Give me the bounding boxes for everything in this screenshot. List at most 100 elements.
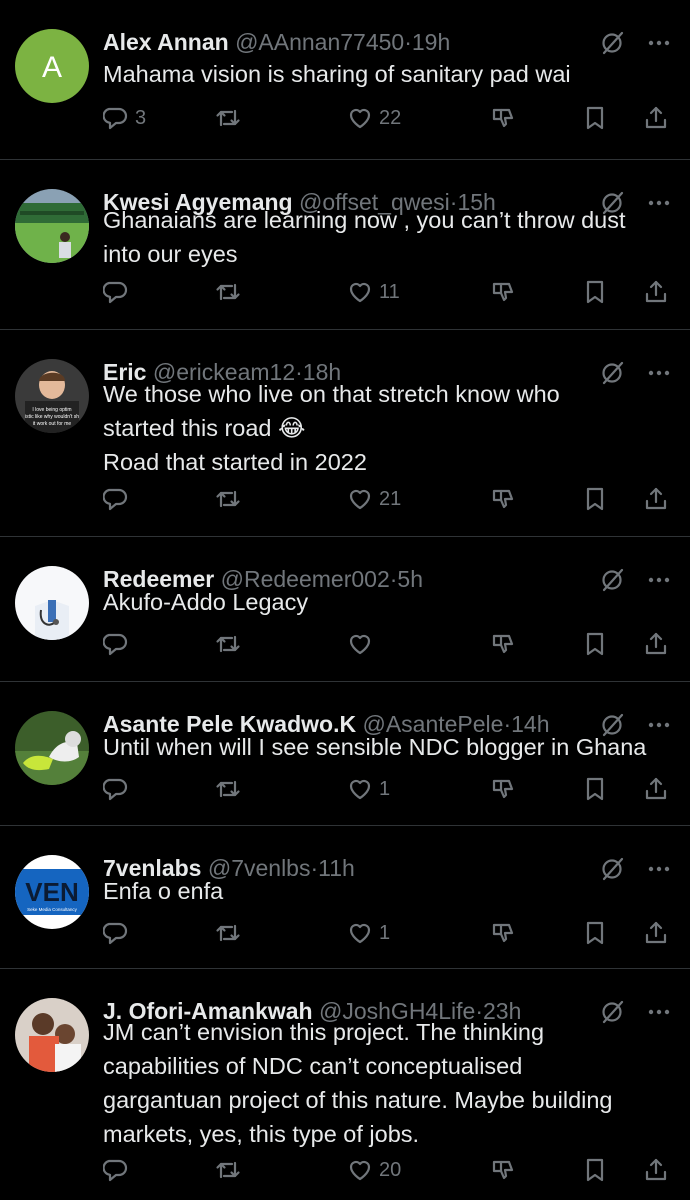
- tweet[interactable]: Kwesi Agyemang @offset_qwesi·15h Ghanaia…: [0, 160, 690, 330]
- repost-button[interactable]: [215, 1155, 247, 1185]
- heart-icon: [349, 108, 371, 129]
- downvote-button[interactable]: [490, 918, 516, 948]
- heart-icon: [349, 1160, 371, 1181]
- repost-icon: [216, 780, 240, 798]
- like-count: 11: [379, 280, 400, 303]
- downvote-button[interactable]: [490, 484, 516, 514]
- downvote-icon: [492, 282, 514, 302]
- avatar[interactable]: A: [15, 29, 89, 103]
- share-icon: [645, 921, 667, 944]
- share-icon: [645, 487, 667, 510]
- like-count: 1: [379, 777, 391, 800]
- share-button[interactable]: [643, 277, 669, 307]
- timestamp[interactable]: 19h: [412, 29, 450, 55]
- bookmark-icon: [586, 921, 604, 945]
- repost-button[interactable]: [215, 629, 247, 659]
- share-button[interactable]: [643, 774, 669, 804]
- avatar[interactable]: I love being optim istic like why wouldn'…: [15, 359, 89, 433]
- like-button[interactable]: 1: [347, 774, 390, 804]
- tweet[interactable]: A Alex Annan @AAnnan77450·19h Mahama vis…: [0, 0, 690, 160]
- bookmark-icon: [586, 777, 604, 801]
- tweet[interactable]: VEN Seke Media Consultancy 7venlabs @7ven…: [0, 826, 690, 969]
- share-button[interactable]: [643, 1155, 669, 1185]
- bookmark-button[interactable]: [582, 774, 608, 804]
- heart-icon: [349, 489, 371, 510]
- tweet-text: Ghanaians are learning now , you can’t t…: [103, 207, 626, 267]
- share-button[interactable]: [643, 484, 669, 514]
- bookmark-icon: [586, 280, 604, 304]
- repost-button[interactable]: [215, 774, 247, 804]
- reply-button[interactable]: [103, 629, 135, 659]
- downvote-button[interactable]: [490, 103, 516, 133]
- repost-button[interactable]: [215, 103, 247, 133]
- avatar-letter: A: [42, 51, 62, 84]
- share-button[interactable]: [643, 918, 669, 948]
- bookmark-button[interactable]: [582, 103, 608, 133]
- like-button[interactable]: 1: [347, 918, 390, 948]
- bookmark-button[interactable]: [582, 918, 608, 948]
- reply-button[interactable]: [103, 484, 135, 514]
- reply-button[interactable]: 3: [103, 103, 146, 133]
- repost-button[interactable]: [215, 484, 247, 514]
- avatar[interactable]: VEN Seke Media Consultancy: [15, 855, 89, 929]
- display-name[interactable]: Alex Annan: [103, 29, 229, 55]
- action-bar: 1: [103, 774, 676, 804]
- tweet[interactable]: Redeemer @Redeemer002·5h Akufo-Addo Lega…: [0, 537, 690, 682]
- reply-icon: [103, 778, 128, 801]
- like-button[interactable]: 20: [347, 1155, 401, 1185]
- downvote-button[interactable]: [490, 277, 516, 307]
- tweet[interactable]: J. Ofori-Amankwah @JoshGH4Life·23h JM ca…: [0, 969, 690, 1200]
- like-count: 1: [379, 921, 391, 944]
- action-bar: 20: [103, 1155, 676, 1185]
- reply-button[interactable]: [103, 1155, 135, 1185]
- avatar[interactable]: [15, 998, 89, 1072]
- repost-icon: [216, 490, 240, 508]
- bookmark-button[interactable]: [582, 277, 608, 307]
- bookmark-button[interactable]: [582, 629, 608, 659]
- share-icon: [645, 106, 667, 129]
- share-icon: [645, 1158, 667, 1181]
- reply-button[interactable]: [103, 774, 135, 804]
- repost-button[interactable]: [215, 918, 247, 948]
- handle[interactable]: @AAnnan77450: [235, 29, 404, 55]
- downvote-button[interactable]: [490, 629, 516, 659]
- repost-icon: [216, 635, 240, 653]
- repost-icon: [216, 283, 240, 301]
- share-button[interactable]: [643, 629, 669, 659]
- heart-icon: [349, 779, 371, 800]
- like-count: 22: [379, 106, 402, 129]
- like-button[interactable]: 21: [347, 484, 401, 514]
- bookmark-icon: [586, 487, 604, 511]
- grok-icon[interactable]: [600, 30, 626, 56]
- downvote-icon: [492, 779, 514, 799]
- like-button[interactable]: 11: [347, 277, 400, 307]
- reply-icon: [103, 633, 128, 656]
- tweet-header: Alex Annan @AAnnan77450·19h: [103, 27, 590, 57]
- reply-button[interactable]: [103, 918, 135, 948]
- reply-icon: [103, 922, 128, 945]
- avatar[interactable]: [15, 189, 89, 263]
- avatar[interactable]: [15, 711, 89, 785]
- downvote-button[interactable]: [490, 774, 516, 804]
- avatar[interactable]: [15, 566, 89, 640]
- like-button[interactable]: 22: [347, 103, 401, 133]
- reply-icon: [103, 107, 128, 130]
- heart-icon: [349, 923, 371, 944]
- tweet-text: We those who live on that stretch know w…: [103, 381, 560, 475]
- repost-icon: [216, 109, 240, 127]
- tweet[interactable]: Asante Pele Kwadwo.K @AsantePele·14h Unt…: [0, 682, 690, 826]
- downvote-button[interactable]: [490, 1155, 516, 1185]
- like-button[interactable]: [347, 629, 379, 659]
- repost-button[interactable]: [215, 277, 247, 307]
- reply-icon: [103, 1159, 128, 1182]
- tweet[interactable]: I love being optim istic like why wouldn'…: [0, 330, 690, 537]
- share-button[interactable]: [643, 103, 669, 133]
- reply-icon: [103, 488, 128, 511]
- bookmark-button[interactable]: [582, 1155, 608, 1185]
- repost-icon: [216, 924, 240, 942]
- bookmark-icon: [586, 1158, 604, 1182]
- bookmark-button[interactable]: [582, 484, 608, 514]
- reply-button[interactable]: [103, 277, 135, 307]
- more-options-icon[interactable]: [644, 30, 674, 56]
- downvote-icon: [492, 634, 514, 654]
